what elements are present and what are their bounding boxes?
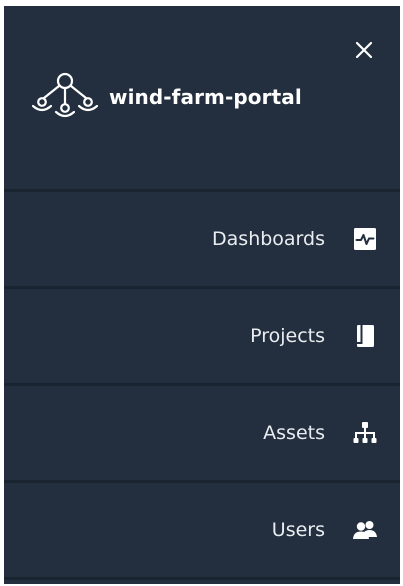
nav-item-dashboards[interactable]: Dashboards [4, 192, 400, 286]
close-menu-button[interactable] [354, 40, 374, 60]
book-icon [357, 325, 374, 347]
dashboard-pulse-icon [354, 228, 376, 250]
divider [4, 577, 400, 580]
users-icon [353, 521, 377, 539]
hierarchy-icon [353, 422, 377, 443]
side-menu-panel: wind-farm-portal Dashboards Projects Ass… [4, 6, 400, 584]
nav-item-label: Projects [250, 325, 325, 347]
app-title: wind-farm-portal [109, 85, 302, 109]
brand[interactable]: wind-farm-portal [29, 70, 302, 124]
nav-item-users[interactable]: Users [4, 483, 400, 577]
nav-item-label: Assets [263, 422, 325, 444]
close-icon [355, 41, 373, 59]
wind-farm-logo-icon [31, 72, 99, 118]
nav-item-projects[interactable]: Projects [4, 289, 400, 383]
nav-item-label: Dashboards [212, 228, 325, 250]
nav-item-assets[interactable]: Assets [4, 386, 400, 480]
nav-item-label: Users [271, 519, 325, 541]
